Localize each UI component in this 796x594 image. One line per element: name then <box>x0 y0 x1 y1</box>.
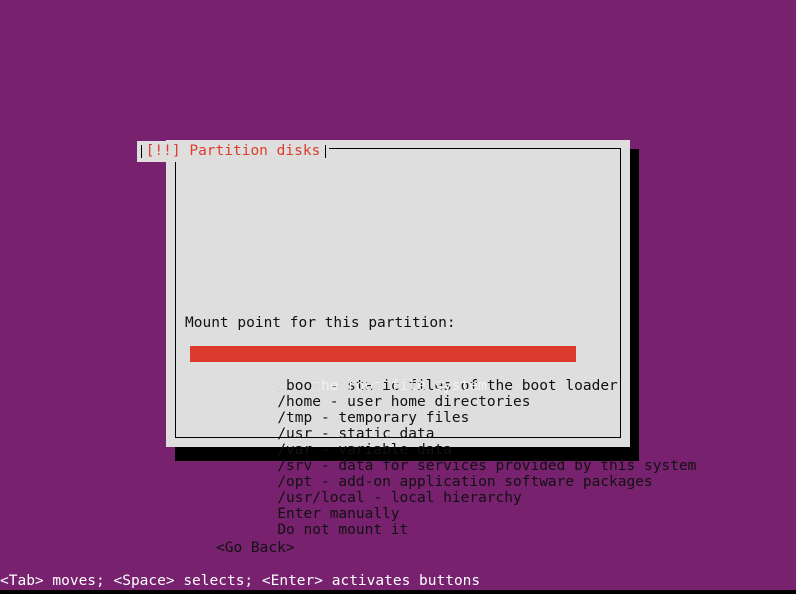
mount-point-menu[interactable]: / - the root file system /boot - static … <box>166 346 696 538</box>
list-item[interactable]: Enter manually <box>166 490 630 522</box>
list-item[interactable]: /srv - data for services provided by thi… <box>166 442 696 474</box>
list-item[interactable]: / - the root file system <box>166 346 630 394</box>
statusbar-hint: <Tab> moves; <Space> selects; <Enter> ac… <box>0 573 481 589</box>
title-tick-left-icon <box>141 145 142 158</box>
selection-highlight <box>190 346 576 362</box>
list-item[interactable]: /boot - static files of the boot loader <box>166 362 630 394</box>
list-item[interactable]: Do not mount it <box>166 506 630 538</box>
list-item-label: Do not mount it <box>277 522 409 538</box>
list-item[interactable]: /usr - static data <box>166 410 630 442</box>
list-item-label: / - the root file system <box>277 378 487 394</box>
dialog-body: Mount point for this partition: / - the … <box>166 140 696 556</box>
go-back-button[interactable]: <Go Back> <box>216 539 295 557</box>
list-item[interactable]: /var - variable data <box>166 426 630 458</box>
prompt-label: Mount point for this partition: <box>185 315 456 331</box>
bottom-black-strip <box>0 590 796 594</box>
partition-disks-dialog: Mount point for this partition: / - the … <box>166 140 696 556</box>
statusbar: <Tab> moves; <Space> selects; <Enter> ac… <box>0 573 796 590</box>
list-item[interactable]: /tmp - temporary files <box>166 394 630 426</box>
list-item[interactable]: /usr/local - local hierarchy <box>166 474 630 506</box>
list-item[interactable]: /opt - add-on application software packa… <box>166 458 652 490</box>
installer-screen: Mount point for this partition: / - the … <box>0 0 796 594</box>
